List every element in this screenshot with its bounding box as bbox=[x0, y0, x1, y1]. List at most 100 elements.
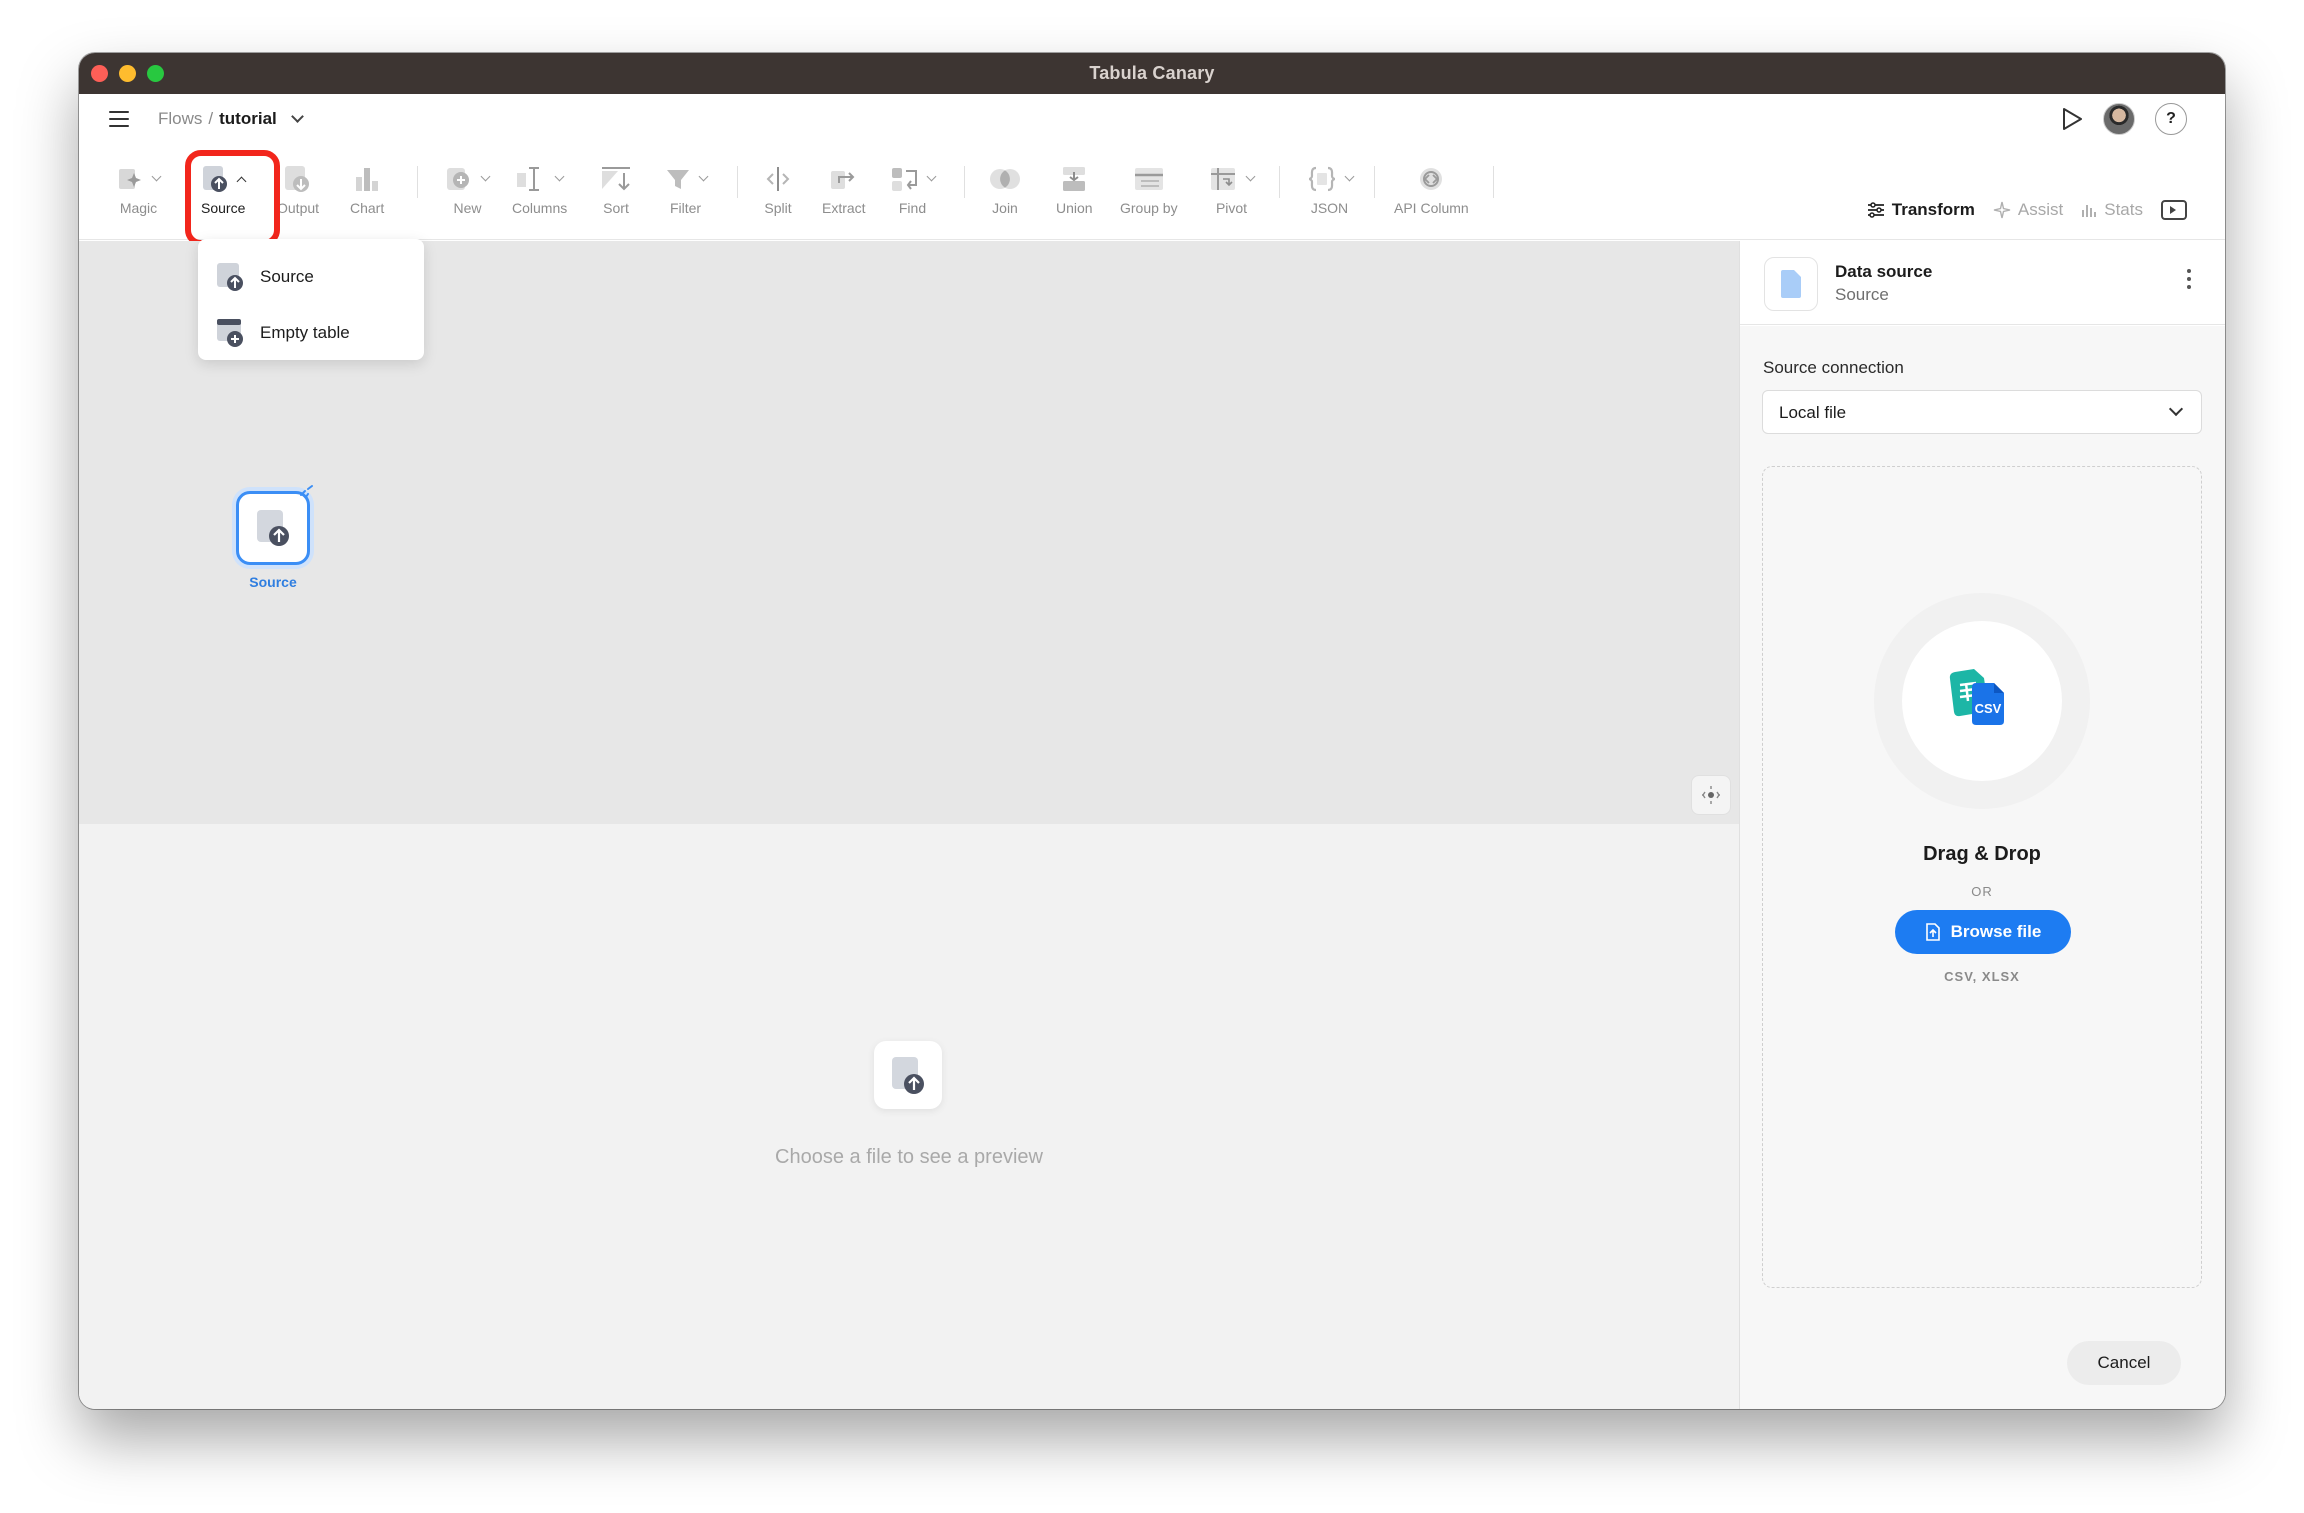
top-bar: Flows / tutorial ? bbox=[79, 94, 2225, 146]
toolbar-divider bbox=[737, 166, 738, 198]
node-sparkle-icon bbox=[300, 485, 313, 498]
toolbar-divider bbox=[1279, 166, 1280, 198]
run-icon[interactable] bbox=[2061, 107, 2083, 131]
pivot-icon bbox=[1211, 168, 1235, 190]
toolbar-divider bbox=[1374, 166, 1375, 198]
menu-item-empty-table[interactable]: Empty table bbox=[198, 305, 424, 361]
api-column-icon bbox=[1420, 168, 1443, 190]
tool-sort[interactable]: Sort bbox=[600, 160, 632, 216]
source-connection-label: Source connection bbox=[1763, 358, 1904, 377]
tool-new[interactable]: New bbox=[446, 160, 491, 216]
tool-join[interactable]: Join bbox=[988, 160, 1022, 216]
tab-assist[interactable]: Assist bbox=[1993, 200, 2063, 220]
sliders-icon bbox=[1867, 202, 1884, 218]
browse-file-button[interactable]: Browse file bbox=[1895, 910, 2071, 954]
breadcrumb-parent[interactable]: Flows bbox=[158, 109, 202, 129]
new-icon bbox=[447, 168, 469, 190]
fit-view-button[interactable] bbox=[1691, 775, 1731, 815]
csv-badge: CSV bbox=[1975, 701, 2002, 716]
csv-file-icon: CSV bbox=[1949, 669, 2004, 725]
tool-union[interactable]: Union bbox=[1056, 160, 1093, 216]
close-window-button[interactable] bbox=[91, 65, 108, 82]
tab-transform[interactable]: Transform bbox=[1867, 200, 1975, 220]
more-options-icon[interactable] bbox=[2187, 269, 2191, 289]
tool-api-column[interactable]: API Column bbox=[1394, 160, 1469, 216]
or-text: OR bbox=[1971, 884, 1993, 899]
sparkle-icon bbox=[1993, 201, 2011, 219]
filter-icon bbox=[667, 170, 689, 189]
fit-view-icon bbox=[1702, 786, 1720, 804]
sort-icon bbox=[602, 167, 630, 191]
minimize-window-button[interactable] bbox=[119, 65, 136, 82]
preview-source-icon bbox=[874, 1041, 942, 1109]
panel-toggle-icon[interactable] bbox=[2161, 200, 2187, 220]
join-icon bbox=[990, 169, 1020, 189]
tool-label: Output bbox=[277, 200, 320, 216]
supported-formats: CSV, XLSX bbox=[1944, 969, 2020, 984]
tool-extract[interactable]: Extract bbox=[822, 160, 866, 216]
node-label: Source bbox=[249, 574, 297, 590]
tool-magic[interactable]: Magic bbox=[117, 160, 162, 216]
avatar[interactable] bbox=[2103, 103, 2135, 135]
chevron-down-icon[interactable] bbox=[290, 110, 304, 123]
source-tool-highlight bbox=[185, 150, 280, 246]
columns-icon bbox=[517, 167, 540, 191]
side-panel-subtitle: Source bbox=[1835, 285, 1889, 304]
json-icon bbox=[1308, 166, 1336, 192]
tool-json[interactable]: JSON bbox=[1306, 160, 1355, 216]
toolbar: Magic Source Output Chart New Columns So… bbox=[79, 146, 2225, 246]
output-icon bbox=[285, 166, 310, 192]
maximize-window-button[interactable] bbox=[147, 65, 164, 82]
menu-item-label: Source bbox=[260, 267, 314, 286]
chart-icon bbox=[356, 168, 379, 191]
tool-label: Pivot bbox=[1215, 200, 1248, 216]
upload-file-icon bbox=[1925, 923, 1940, 941]
tool-label: JSON bbox=[1310, 200, 1349, 216]
source-connection-select[interactable]: Local file bbox=[1762, 390, 2202, 434]
bar-chart-icon bbox=[2082, 205, 2097, 217]
toolbar-divider bbox=[417, 166, 418, 198]
cancel-button[interactable]: Cancel bbox=[2067, 1341, 2181, 1385]
data-source-icon bbox=[1764, 257, 1818, 311]
toolbar-divider bbox=[1493, 166, 1494, 198]
tool-label: Extract bbox=[822, 200, 866, 216]
toolbar-divider bbox=[964, 166, 965, 198]
tool-label: Filter bbox=[669, 200, 702, 216]
file-illustration-halo: CSV bbox=[1874, 593, 2090, 809]
tool-label: Union bbox=[1056, 200, 1093, 216]
tool-group-by[interactable]: Group by bbox=[1120, 160, 1178, 216]
tool-pivot[interactable]: Pivot bbox=[1209, 160, 1256, 216]
tool-label: API Column bbox=[1394, 200, 1469, 216]
source-menu: Source Empty table bbox=[198, 239, 424, 360]
tool-columns[interactable]: Columns bbox=[512, 160, 567, 216]
breadcrumb-current[interactable]: tutorial bbox=[219, 109, 277, 129]
source-icon bbox=[892, 1057, 924, 1094]
tool-label: New bbox=[453, 200, 482, 216]
menu-item-label: Empty table bbox=[260, 323, 350, 342]
source-node[interactable] bbox=[236, 491, 310, 565]
help-button[interactable]: ? bbox=[2155, 103, 2187, 135]
breadcrumb-separator: / bbox=[208, 109, 214, 128]
menu-item-source[interactable]: Source bbox=[198, 249, 424, 305]
select-value: Local file bbox=[1779, 403, 1847, 422]
file-drop-zone[interactable]: CSV Drag & Drop OR Browse file CSV, XLSX bbox=[1762, 466, 2202, 1288]
source-icon bbox=[257, 510, 289, 546]
tool-find[interactable]: Find bbox=[890, 160, 937, 216]
tool-split[interactable]: Split bbox=[763, 160, 793, 216]
tool-label: Columns bbox=[512, 200, 568, 216]
tool-chart[interactable]: Chart bbox=[350, 160, 384, 216]
browse-file-label: Browse file bbox=[1950, 922, 2042, 941]
empty-table-icon bbox=[217, 319, 243, 347]
menu-icon[interactable] bbox=[109, 111, 129, 127]
side-panel-tabs: Transform Assist Stats bbox=[1867, 200, 2187, 220]
tool-label: Chart bbox=[350, 200, 385, 216]
side-panel-body: Source connection Local file CSV Drag & … bbox=[1740, 326, 2225, 1409]
tool-output[interactable]: Output bbox=[277, 160, 319, 216]
preview-empty-text: Choose a file to see a preview bbox=[775, 1146, 1043, 1168]
tab-label: Stats bbox=[2104, 200, 2143, 219]
tool-label: Join bbox=[992, 200, 1018, 216]
find-icon bbox=[892, 168, 917, 191]
tool-filter[interactable]: Filter bbox=[664, 160, 709, 216]
tab-stats[interactable]: Stats bbox=[2081, 200, 2143, 220]
drag-drop-text: Drag & Drop bbox=[1923, 843, 2041, 865]
